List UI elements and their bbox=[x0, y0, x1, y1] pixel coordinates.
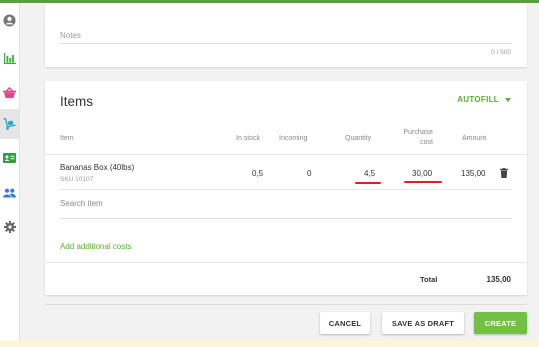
column-header-purchase-line1: Purchase bbox=[403, 129, 433, 136]
save-as-draft-button[interactable]: SAVE AS DRAFT bbox=[382, 312, 464, 334]
quantity-input[interactable]: 4,5 bbox=[364, 169, 375, 178]
create-button[interactable]: CREATE bbox=[474, 312, 527, 334]
search-item-input[interactable]: Search item bbox=[60, 199, 103, 208]
quantity-annotation-underline bbox=[355, 182, 381, 184]
notes-field[interactable]: Notes bbox=[60, 31, 81, 40]
item-in-stock: 0,5 bbox=[252, 169, 264, 178]
header-divider bbox=[45, 154, 527, 155]
users-icon bbox=[3, 188, 16, 198]
column-header-amount: Amount bbox=[462, 135, 487, 142]
trash-icon[interactable] bbox=[500, 168, 508, 178]
column-header-quantity: Quantity bbox=[345, 135, 372, 142]
id-card-icon bbox=[3, 153, 16, 163]
autofill-label: AUTOFILL bbox=[457, 95, 499, 104]
item-sku: SKU 10107 bbox=[60, 176, 94, 183]
items-title: Items bbox=[60, 94, 94, 109]
total-divider bbox=[45, 262, 527, 263]
gear-icon bbox=[3, 221, 16, 233]
purchase-cost-input[interactable]: 30,00 bbox=[412, 169, 432, 178]
sidebar-item-team[interactable] bbox=[0, 178, 19, 208]
notes-card: Notes 0 / 500 bbox=[45, 3, 527, 67]
search-underline bbox=[60, 218, 512, 219]
sidebar-item-customers[interactable] bbox=[0, 143, 19, 173]
basket-icon bbox=[3, 86, 16, 98]
column-header-purchase-cost: Purchase cost bbox=[403, 128, 433, 148]
cost-annotation-underline bbox=[404, 181, 442, 183]
footer-divider bbox=[45, 304, 527, 305]
row-divider bbox=[60, 189, 512, 190]
total-value: 135,00 bbox=[486, 275, 511, 284]
sidebar-item-settings[interactable] bbox=[0, 212, 19, 242]
cancel-button[interactable]: CANCEL bbox=[320, 312, 370, 334]
column-header-in-stock: In stock bbox=[236, 135, 261, 142]
notes-underline bbox=[60, 43, 512, 44]
add-additional-costs-link[interactable]: Add additional costs bbox=[60, 242, 132, 251]
item-incoming: 0 bbox=[307, 169, 312, 178]
sidebar-item-profile[interactable] bbox=[0, 5, 19, 35]
column-header-incoming: Incoming bbox=[279, 135, 308, 142]
sidebar-item-sales[interactable] bbox=[0, 77, 19, 107]
item-amount: 135,00 bbox=[461, 169, 486, 178]
sidebar-item-reports[interactable] bbox=[0, 43, 19, 73]
bottom-strip bbox=[0, 341, 539, 347]
user-circle-icon bbox=[3, 13, 16, 27]
notes-char-counter: 0 / 500 bbox=[491, 49, 511, 56]
column-header-item: Item bbox=[60, 135, 74, 142]
total-label: Total bbox=[420, 275, 438, 284]
caret-down-icon bbox=[505, 97, 511, 102]
item-name: Bananas Box (40lbs) bbox=[60, 163, 135, 172]
autofill-button[interactable]: AUTOFILL bbox=[457, 95, 511, 104]
sidebar bbox=[0, 3, 20, 347]
dolly-icon bbox=[3, 118, 16, 130]
bar-chart-icon bbox=[3, 52, 16, 64]
column-header-purchase-line2: cost bbox=[420, 139, 433, 146]
items-card: Items AUTOFILL Item In stock Incoming Qu… bbox=[45, 81, 527, 295]
sidebar-item-purchases[interactable] bbox=[0, 109, 19, 139]
